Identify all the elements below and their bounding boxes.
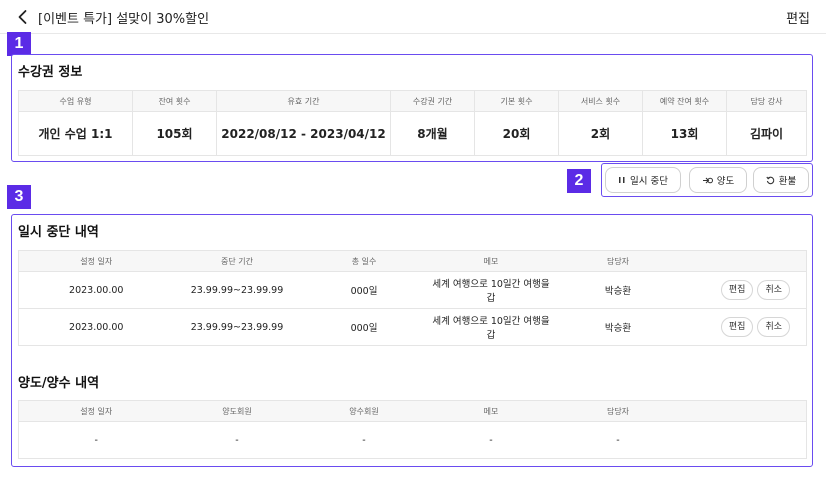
class-type-value: 개인 수업 1:1 bbox=[18, 111, 133, 156]
section-title-transfer-history: 양도/양수 내역 bbox=[18, 376, 100, 391]
base-count-value: 20회 bbox=[474, 111, 559, 156]
column-header: 중단 기간 bbox=[173, 250, 301, 272]
marker-3: 3 bbox=[7, 185, 31, 209]
column-header: 유효 기간 bbox=[216, 90, 391, 112]
column-header: 설정 일자 bbox=[18, 400, 174, 422]
refund-button-label: 환불 bbox=[778, 176, 797, 187]
table-header-row: 설정 일자 양도회원 양수회원 메모 담당자 bbox=[18, 400, 807, 422]
transfer-button-label: 양도 bbox=[716, 176, 735, 187]
manager: 박승환 bbox=[554, 308, 682, 346]
section-title-ticket-info: 수강권 정보 bbox=[18, 65, 83, 80]
pause-button-label: 일시 중단 bbox=[630, 176, 668, 187]
memo: 세계 여행으로 10일간 여행을 갑 bbox=[427, 271, 555, 309]
section-title-pause-history: 일시 중단 내역 bbox=[18, 225, 99, 240]
column-header bbox=[681, 400, 807, 422]
set-date: 2023.00.00 bbox=[18, 308, 174, 346]
set-date: 2023.00.00 bbox=[18, 271, 174, 309]
table-row: 개인 수업 1:1 105회 2022/08/12 - 2023/04/12 8… bbox=[18, 111, 807, 156]
table-row: 2023.00.00 23.99.99~23.99.99 000일 세계 여행으… bbox=[18, 271, 807, 309]
column-header: 양수회원 bbox=[300, 400, 428, 422]
memo: - bbox=[427, 421, 555, 459]
column-header: 메모 bbox=[427, 250, 555, 272]
column-header: 예약 잔여 횟수 bbox=[642, 90, 727, 112]
table-row: 2023.00.00 23.99.99~23.99.99 000일 세계 여행으… bbox=[18, 308, 807, 346]
pause-history-table: 설정 일자 중단 기간 총 일수 메모 담당자 2023.00.00 23.99… bbox=[18, 250, 807, 346]
column-header bbox=[681, 250, 807, 272]
refund-button[interactable]: 환불 bbox=[753, 167, 809, 193]
set-date: - bbox=[18, 421, 174, 459]
top-bar: [이벤트 특가] 설맞이 30%할인 편집 bbox=[0, 0, 826, 34]
transfer-history-table: 설정 일자 양도회원 양수회원 메모 담당자 - - - - - bbox=[18, 400, 807, 459]
reserved-remaining-value: 13회 bbox=[642, 111, 727, 156]
marker-2: 2 bbox=[567, 169, 591, 193]
row-actions: 편집 취소 bbox=[681, 271, 807, 309]
manager: - bbox=[554, 421, 682, 459]
transferee: - bbox=[300, 421, 428, 459]
pause-icon bbox=[619, 177, 625, 183]
column-header: 기본 횟수 bbox=[474, 90, 559, 112]
row-cancel-button[interactable]: 취소 bbox=[757, 280, 790, 300]
column-header: 양도회원 bbox=[173, 400, 301, 422]
page-title: [이벤트 특가] 설맞이 30%할인 bbox=[38, 12, 210, 27]
chevron-left-icon[interactable] bbox=[14, 8, 32, 26]
remaining-count-value: 105회 bbox=[132, 111, 217, 156]
transferor: - bbox=[173, 421, 301, 459]
instructor-value: 김파이 bbox=[726, 111, 807, 156]
marker-1: 1 bbox=[7, 32, 31, 56]
row-edit-button[interactable]: 편집 bbox=[720, 280, 754, 300]
service-count-value: 2회 bbox=[558, 111, 643, 156]
ticket-duration-value: 8개월 bbox=[390, 111, 475, 156]
table-row: - - - - - bbox=[18, 421, 807, 459]
column-header: 총 일수 bbox=[300, 250, 428, 272]
transfer-icon bbox=[702, 177, 713, 183]
row-actions: 편집 취소 bbox=[681, 308, 807, 346]
pause-button[interactable]: 일시 중단 bbox=[605, 167, 681, 193]
column-header: 메모 bbox=[427, 400, 555, 422]
column-header: 담당자 bbox=[554, 400, 682, 422]
column-header: 담당자 bbox=[554, 250, 682, 272]
column-header: 담당 강사 bbox=[726, 90, 807, 112]
column-header: 잔여 횟수 bbox=[132, 90, 217, 112]
pause-period: 23.99.99~23.99.99 bbox=[173, 308, 301, 346]
table-header-row: 설정 일자 중단 기간 총 일수 메모 담당자 bbox=[18, 250, 807, 272]
edit-button[interactable]: 편집 bbox=[786, 8, 810, 27]
valid-period-value: 2022/08/12 - 2023/04/12 bbox=[216, 111, 391, 156]
ticket-info-table: 수업 유형 잔여 횟수 유효 기간 수강권 기간 기본 횟수 서비스 횟수 예약… bbox=[18, 90, 807, 156]
row-cancel-button[interactable]: 취소 bbox=[757, 317, 790, 337]
manager: 박승환 bbox=[554, 271, 682, 309]
column-header: 수강권 기간 bbox=[390, 90, 475, 112]
column-header: 서비스 횟수 bbox=[558, 90, 643, 112]
refund-icon bbox=[766, 176, 774, 184]
transfer-button[interactable]: 양도 bbox=[689, 167, 747, 193]
ticket-info-panel: 수강권 정보 수업 유형 잔여 횟수 유효 기간 수강권 기간 기본 횟수 서비… bbox=[11, 54, 813, 162]
column-header: 수업 유형 bbox=[18, 90, 133, 112]
row-edit-button[interactable]: 편집 bbox=[720, 317, 754, 337]
column-header: 설정 일자 bbox=[18, 250, 174, 272]
memo: 세계 여행으로 10일간 여행을 갑 bbox=[427, 308, 555, 346]
history-panel: 일시 중단 내역 설정 일자 중단 기간 총 일수 메모 담당자 2023.00… bbox=[11, 214, 813, 467]
table-header-row: 수업 유형 잔여 횟수 유효 기간 수강권 기간 기본 횟수 서비스 횟수 예약… bbox=[18, 90, 807, 112]
total-days: 000일 bbox=[300, 271, 428, 309]
total-days: 000일 bbox=[300, 308, 428, 346]
pause-period: 23.99.99~23.99.99 bbox=[173, 271, 301, 309]
row-actions bbox=[681, 421, 807, 459]
